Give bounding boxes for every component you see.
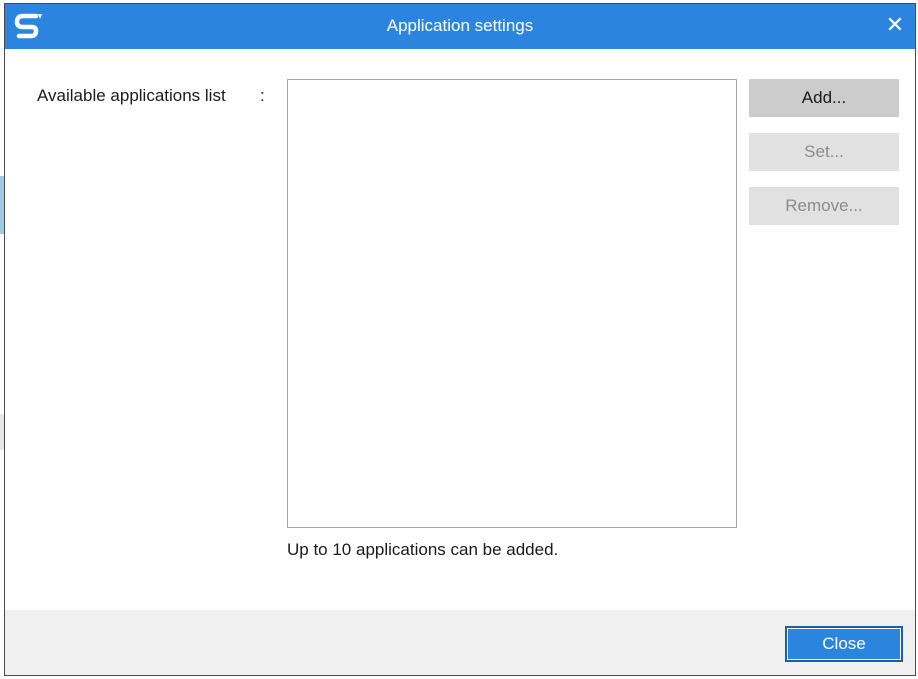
remove-button[interactable]: Remove... [749,187,899,225]
set-button[interactable]: Set... [749,133,899,171]
available-applications-list[interactable] [287,79,737,528]
label-colon: : [260,86,265,105]
application-limit-hint: Up to 10 applications can be added. [287,540,559,559]
available-applications-label: Available applications list [37,86,226,105]
dialog-footer [5,610,915,675]
close-icon[interactable]: ✕ [881,12,909,40]
title-bar[interactable]: Application settings ✕ [5,4,915,49]
dialog-title: Application settings [386,16,534,35]
close-button[interactable]: Close [785,626,903,662]
application-settings-dialog: Application settings ✕ Available applica… [4,3,916,676]
add-button[interactable]: Add... [749,79,899,117]
